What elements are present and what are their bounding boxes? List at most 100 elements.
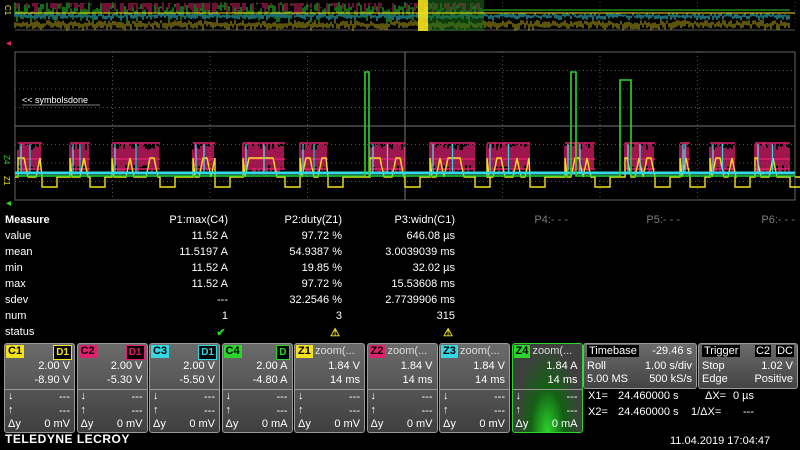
channel-offset: -8.90 V — [35, 374, 70, 386]
cursor-x2-value: 24.460000 s — [618, 406, 679, 418]
channel-scale: 2.00 V — [183, 360, 215, 372]
channel-offset: -4.80 A — [253, 374, 288, 386]
delta-y-value: 0 mV — [407, 418, 433, 430]
channel-tile-c4[interactable]: C4 D 2.00 A -4.80 A ↓ --- ↑ --- Δy 0 mA — [222, 343, 293, 433]
delta-y-value: 0 mV — [334, 418, 360, 430]
cursor-inv-dx-label: 1/ΔX= — [691, 406, 721, 418]
measure-cell: 2.7739906 ms — [370, 294, 455, 306]
trigger-slope: Positive — [754, 373, 793, 385]
cursor-x1-value: 24.460000 s — [618, 390, 679, 402]
up-arrow-icon: ↑ — [371, 404, 377, 416]
delta-y-value: 0 mV — [479, 418, 505, 430]
delta-y-icon: Δy — [516, 418, 529, 430]
delta-y-icon: Δy — [443, 418, 456, 430]
measure-cell: 646.08 µs — [370, 230, 455, 242]
trigger-type: Edge — [702, 373, 728, 385]
measure-cell: --- — [150, 294, 228, 306]
cursor-up-value: --- — [204, 405, 215, 417]
delta-y-value: 0 mV — [117, 418, 143, 430]
measure-cell: 97.72 % — [260, 230, 342, 242]
zoom-source: zoom(... — [460, 345, 500, 357]
delta-y-value: 0 mA — [262, 418, 288, 430]
cursor-down-value: --- — [204, 391, 215, 403]
cursor-dx-value: 0 µs — [733, 390, 754, 402]
channel-tile-c3[interactable]: C3 D1 2.00 V -5.50 V ↓ --- ↑ --- Δy 0 mV — [149, 343, 220, 433]
channel-tag: Z4 — [514, 345, 531, 358]
measure-row-label: num — [5, 310, 26, 322]
timebase-box[interactable]: Timebase -29.46 s Roll 1.00 s/div 5.00 M… — [583, 343, 697, 389]
measure-cell: 315 — [370, 310, 455, 322]
channel-offset: 14 ms — [548, 374, 578, 386]
coupling-badge: D — [276, 345, 289, 360]
measure-header-row: Measure P1:max(C4) P2:duty(Z1) P3:widn(C… — [0, 214, 800, 230]
cursor-x2-label: X2= — [588, 406, 608, 418]
channel-offset: 14 ms — [403, 374, 433, 386]
channel-tile-z1[interactable]: Z1 zoom(... 1.84 V 14 ms ↓ --- ↑ --- Δy 0 mV — [294, 343, 365, 433]
measure-table[interactable]: Measure P1:max(C4) P2:duty(Z1) P3:widn(C… — [0, 212, 800, 342]
measure-col-p4[interactable]: P4:- - - — [500, 214, 568, 226]
measure-row-min: min 11.52 A 19.85 % 32.02 µs — [0, 262, 800, 278]
measure-col-p3[interactable]: P3:widn(C1) — [370, 214, 455, 226]
channel-scale: 2.00 V — [38, 360, 70, 372]
measure-cell: 1 — [150, 310, 228, 322]
cursor-dx-label: ΔX= — [705, 390, 726, 402]
timebase-delay: -29.46 s — [652, 345, 692, 357]
divider — [440, 389, 509, 390]
measure-row-num: num 1 3 315 — [0, 310, 800, 326]
cursor-readouts: X1= 24.460000 s ΔX= 0 µs X2= 24.460000 s… — [588, 390, 798, 422]
measure-row-sdev: sdev --- 32.2546 % 2.7739906 ms — [0, 294, 800, 310]
channel-tile-z3[interactable]: Z3 zoom(... 1.84 V 14 ms ↓ --- ↑ --- Δy 0 mV — [439, 343, 510, 433]
measure-cell: 15.53608 ms — [370, 278, 455, 290]
measure-cell: 32.02 µs — [370, 262, 455, 274]
delta-y-icon: Δy — [81, 418, 94, 430]
divider — [150, 389, 219, 390]
cursor-up-value: --- — [132, 405, 143, 417]
trigger-coupling: DC — [776, 345, 794, 357]
zoom-left-arrow[interactable]: ◂ — [6, 198, 11, 209]
measure-cell: 11.5197 A — [150, 246, 228, 258]
cursor-up-value: --- — [422, 405, 433, 417]
cursor-x1-label: X1= — [588, 390, 608, 402]
trigger-channel: C2 — [755, 345, 771, 357]
divider — [513, 389, 582, 390]
measure-cell: 19.85 % — [260, 262, 342, 274]
cursor-up-value: --- — [349, 405, 360, 417]
timebase-mode: Roll — [587, 360, 606, 372]
measure-cell: 11.52 A — [150, 230, 228, 242]
delta-y-icon: Δy — [371, 418, 384, 430]
cursor-up-value: --- — [567, 405, 578, 417]
status-warning-icon: ⚠ — [441, 326, 455, 339]
trigger-box[interactable]: Trigger C2 DC Stop 1.02 V Edge Positive — [698, 343, 798, 389]
zoom-waveform-grid[interactable] — [0, 47, 800, 207]
delta-y-icon: Δy — [8, 418, 21, 430]
cursor-down-value: --- — [59, 391, 70, 403]
delta-y-icon: Δy — [153, 418, 166, 430]
divider — [295, 389, 364, 390]
timebase-label: Timebase — [587, 345, 639, 357]
delta-y-value: 0 mV — [44, 418, 70, 430]
channel-tile-z2[interactable]: Z2 zoom(... 1.84 V 14 ms ↓ --- ↑ --- Δy 0 mV — [367, 343, 438, 433]
measure-col-p6[interactable]: P6:- - - — [725, 214, 795, 226]
divider — [78, 389, 147, 390]
timebase-rate: 500 kS/s — [649, 373, 692, 385]
channel-tile-c2[interactable]: C2 D1 2.00 V -5.30 V ↓ --- ↑ --- Δy 0 mV — [77, 343, 148, 433]
channel-tile-z4[interactable]: Z4 zoom(... 1.84 A 14 ms ↓ --- ↑ --- Δy 0 mA — [512, 343, 583, 433]
measure-col-p1[interactable]: P1:max(C4) — [150, 214, 228, 226]
measure-col-p2[interactable]: P2:duty(Z1) — [260, 214, 342, 226]
delta-y-value: 0 mV — [189, 418, 215, 430]
down-arrow-icon: ↓ — [443, 390, 449, 402]
channel-tag: C3 — [151, 345, 169, 358]
datetime: 11.04.2019 17:04:47 — [670, 435, 770, 447]
measure-col-p5[interactable]: P5:- - - — [610, 214, 680, 226]
coupling-badge: D1 — [126, 345, 145, 360]
z4-marker: Z4 — [2, 155, 11, 164]
channel-offset: -5.30 V — [107, 374, 142, 386]
timebase-div: 1.00 s/div — [645, 360, 692, 372]
up-arrow-icon: ↑ — [443, 404, 449, 416]
measure-cell: 54.9387 % — [260, 246, 342, 258]
channel-scale: 1.84 A — [546, 360, 577, 372]
cursor-down-value: --- — [422, 391, 433, 403]
measure-row-mean: mean 11.5197 A 54.9387 % 3.0039039 ms — [0, 246, 800, 262]
channel-tile-c1[interactable]: C1 D1 2.00 V -8.90 V ↓ --- ↑ --- Δy 0 mV — [4, 343, 75, 433]
channel-offset: -5.50 V — [180, 374, 215, 386]
